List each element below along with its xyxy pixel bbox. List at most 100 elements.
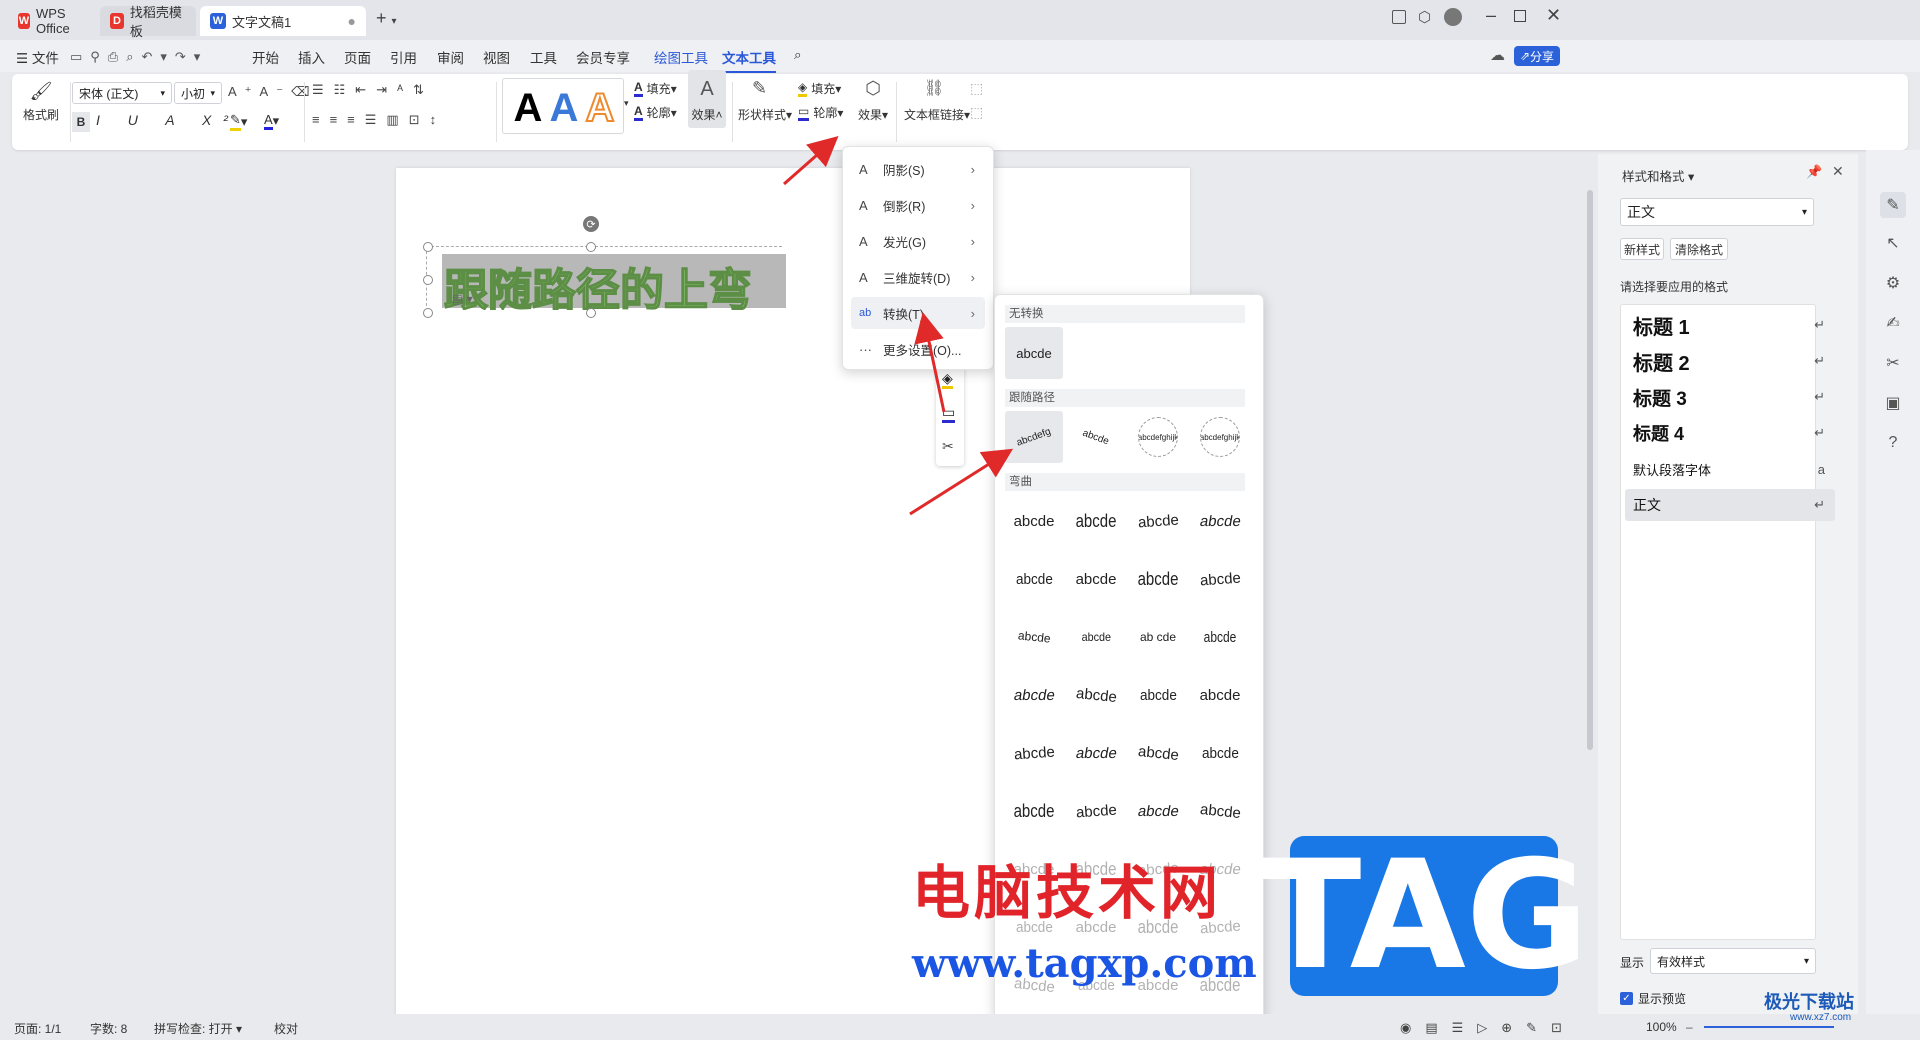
warp-option[interactable]: abcde [1067,669,1125,721]
follow-path-option[interactable]: abcdefghijk [1129,411,1187,463]
edit-icon[interactable]: ✍ [1880,310,1906,336]
text-effect-button[interactable]: A 效果 ˄ [688,70,726,128]
warp-option[interactable]: abcde [1005,611,1063,663]
menu-start[interactable]: 开始 [252,47,279,67]
minimize-icon[interactable]: – [1486,5,1496,26]
warp-option[interactable]: abcde [1005,669,1063,721]
menu-tools[interactable]: 工具 [530,47,557,67]
resize-handle[interactable] [423,275,433,285]
menu-drawing-tools[interactable]: 绘图工具 [654,47,708,67]
select-icon[interactable]: ↖ [1880,230,1906,256]
warp-option[interactable]: abcde [1129,495,1187,547]
menu-view[interactable]: 视图 [483,47,510,67]
format-painter-label[interactable]: 格式刷 [18,106,64,123]
shape-fill-button[interactable]: ◈ 填充 ▾ [798,80,841,97]
resize-handle[interactable] [586,308,596,318]
font-color-icon[interactable]: A ▾ [264,112,279,130]
font-size-select[interactable]: 小初 ▾ [174,82,222,104]
style-heading-1[interactable]: 标题 1 ↵ [1625,309,1835,341]
shape-style-button[interactable]: 形状样式 ▾ [738,106,792,123]
avatar[interactable] [1444,8,1462,26]
warp-option[interactable]: abcde [1191,553,1249,605]
wordart-selection[interactable]: 跟随路径的上弯 ⟳ [423,216,786,318]
shape-outline-button[interactable]: ▭ 轮廓 ▾ [798,104,843,121]
current-style-select[interactable]: 正文 ▾ [1620,198,1814,226]
transform-none[interactable]: abcde [1005,327,1063,379]
close-icon[interactable]: ✕ [1546,5,1561,26]
clear-format-button[interactable]: 清除格式 [1670,238,1728,260]
shape-effect-icon[interactable]: ⬡ [858,78,888,99]
cube-icon[interactable]: ⬡ [1418,8,1431,26]
text-fill-button[interactable]: A 填充 ▾ [634,80,677,97]
highlight-color-icon[interactable]: ✎ ▾ [230,112,247,131]
word-count[interactable]: 字数: 8 [90,1020,127,1037]
shape-style-icon[interactable]: ✎ [752,78,767,99]
search-icon[interactable]: ⌕ [794,47,802,63]
textbox-link-icon[interactable]: ⛓ [924,78,944,98]
share-button[interactable]: ⇗ 分享 [1514,46,1560,66]
text-outline-button[interactable]: A 轮廓 ▾ [634,104,677,121]
cloud-icon[interactable]: ☁ [1490,46,1505,64]
menu-reference[interactable]: 引用 [390,47,417,67]
resize-handle[interactable] [423,242,433,252]
warp-option[interactable]: abcde [1191,727,1249,779]
resize-handle[interactable] [586,242,596,252]
panel-title[interactable]: 样式和格式 ▾ [1622,166,1694,185]
zoom-out-icon[interactable]: – [1686,1020,1693,1034]
help-icon[interactable]: ? [1880,430,1906,456]
file-menu[interactable]: ☰ 文件 [16,47,59,67]
warp-option[interactable]: abcde [1129,727,1187,779]
spellcheck-toggle[interactable]: 拼写检查: 打开 ▾ [154,1020,242,1037]
warp-option[interactable]: abcde [1005,553,1063,605]
format-painter-icon[interactable]: 🖌 [22,80,60,102]
tab-document[interactable]: W 文字文稿1 ● [200,6,366,36]
zoom-level[interactable]: 100% [1646,1020,1677,1034]
layout-tools-icon[interactable]: ✂ [942,438,954,455]
style-pen-icon[interactable]: ✎ [1880,192,1906,218]
warp-option[interactable]: abcde [1067,727,1125,779]
shape-effect-button[interactable]: 效果 ▾ [856,106,890,123]
tab-wps-office[interactable]: W WPS Office [8,6,96,36]
gallery-expand-icon[interactable]: ▾ [624,98,629,109]
pin-icon[interactable]: 📌 [1806,164,1822,180]
textbox-link-button[interactable]: 文本框链接 ▾ [904,106,970,123]
paragraph-list-icons[interactable]: ☰☷⇤⇥ᴬ⇅ [312,82,434,98]
text-style-buttons[interactable]: I U A X² [96,112,240,128]
style-heading-4[interactable]: 标题 4 ↵ [1625,417,1835,449]
menu-glow[interactable]: A 发光(G) › [851,225,985,257]
menu-member[interactable]: 会员专享 [576,47,630,67]
warp-option[interactable]: abcde [1005,727,1063,779]
menu-insert[interactable]: 插入 [298,47,325,67]
font-name-select[interactable]: 宋体 (正文) ▾ [72,82,172,104]
menu-transform[interactable]: ab 转换(T) › [851,297,985,329]
menu-page[interactable]: 页面 [344,47,371,67]
adjust-icon[interactable]: ⚙ [1880,270,1906,296]
menu-3d-rotation[interactable]: A 三维旋转(D) › [851,261,985,293]
paragraph-align-icons[interactable]: ≡≡≡☰▥⊡↕ [312,112,446,128]
style-default-font[interactable]: 默认段落字体 a [1625,453,1835,485]
menu-text-tools[interactable]: 文本工具 [722,47,776,73]
new-style-button[interactable]: 新样式 [1620,238,1664,260]
warp-option[interactable]: abcde [1129,785,1187,837]
proofread-button[interactable]: 校对 [274,1020,298,1037]
warp-option[interactable]: abcde [1191,495,1249,547]
wordart-text[interactable]: 跟随路径的上弯 [444,254,784,310]
warp-option[interactable]: abcde [1005,495,1063,547]
warp-option[interactable]: abcde [1067,495,1125,547]
menu-reflection[interactable]: A 倒影(R) › [851,189,985,221]
resize-handle[interactable] [423,308,433,318]
text-effects-gallery[interactable]: A A A [502,78,624,134]
warp-option[interactable]: abcde [1129,553,1187,605]
restore-icon[interactable] [1514,10,1526,22]
follow-path-option[interactable]: abcdefg [1005,411,1063,463]
warp-option[interactable]: abcde [1067,785,1125,837]
follow-path-option[interactable]: abcde [1067,411,1125,463]
rotate-handle-icon[interactable]: ⟳ [583,216,599,232]
bold-button[interactable]: B [72,112,90,132]
book-icon[interactable]: ▣ [1880,390,1906,416]
tools-icon[interactable]: ✂ [1880,350,1906,376]
warp-option[interactable]: abcde [1191,669,1249,721]
warp-option[interactable]: abcde [1005,785,1063,837]
menu-shadow[interactable]: A 阴影(S) › [851,153,985,185]
follow-path-option[interactable]: abcdefghijk [1191,411,1249,463]
